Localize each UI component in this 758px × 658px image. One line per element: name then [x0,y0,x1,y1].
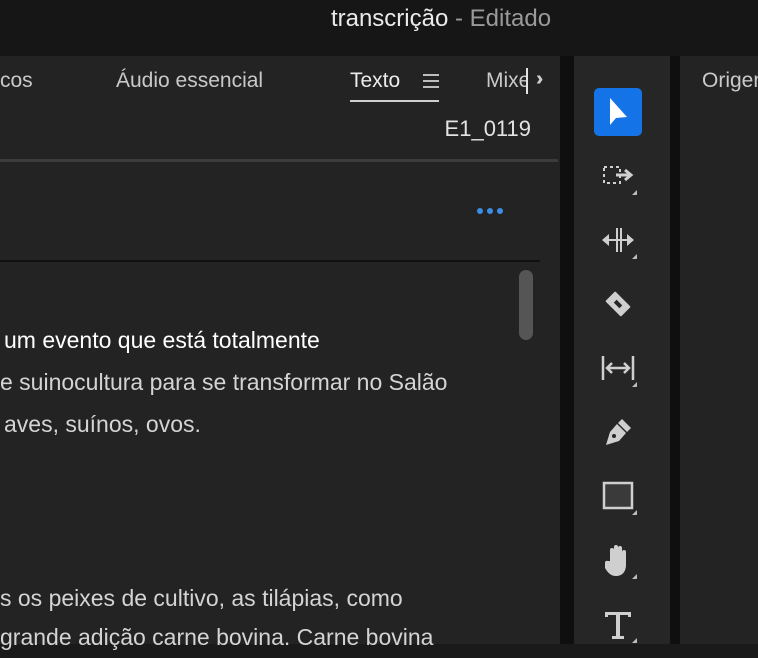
text-panel: cos Áudio essencial Texto Mixe ›› E1_011… [0,56,560,650]
tab-source[interactable]: Origem [702,68,758,94]
rectangle-icon [602,481,634,510]
tab-text[interactable]: Texto [350,68,400,94]
clip-name: E1_0119 [444,116,531,141]
transcript-line[interactable]: grande adição carne bovina. Carne bovina [0,616,433,658]
selection-tool[interactable] [594,88,642,136]
title-bar: transcrição - Editado [0,0,758,56]
chevron-double-right-icon[interactable]: ›› [536,68,545,91]
source-monitor-panel: Origem [680,56,758,644]
slip-tool[interactable] [594,344,642,392]
divider [0,260,540,262]
more-options-icon[interactable] [477,208,503,214]
panel-gutter[interactable] [670,56,680,644]
type-tool[interactable] [594,600,642,648]
tools-panel [574,56,670,644]
panel-gutter[interactable] [560,56,574,644]
tab-essential-sound[interactable]: Áudio essencial [116,68,263,94]
pen-tool[interactable] [594,408,642,456]
tab-audio-mixer[interactable]: Mixe [486,68,528,96]
slip-icon [601,356,635,380]
transcript-line[interactable]: um evento que está totalmente [4,319,320,361]
divider [0,159,558,162]
transcript-line[interactable]: s os peixes de cultivo, as tilápias, com… [0,577,403,619]
hand-icon [604,545,626,576]
window-title: transcrição - Editado [0,5,758,33]
transcript-scrollbar[interactable] [519,270,533,340]
tab-audio-mixer-label: Mixe [486,69,528,92]
panel-menu-icon[interactable] [423,74,439,88]
pen-icon [606,419,631,445]
transcript-line[interactable]: aves, suínos, ovos. [4,403,201,445]
project-name: transcrição [330,5,449,32]
razor-icon [605,291,631,317]
rectangle-tool[interactable] [594,472,642,520]
track-select-forward-tool[interactable] [594,152,642,200]
razor-tool[interactable] [594,280,642,328]
active-tab-indicator [350,100,439,102]
tab-partial-left[interactable]: cos [0,68,33,94]
arrow-pointer-icon [610,98,627,125]
tab-divider [526,68,528,94]
panel-tab-bar: cos Áudio essencial Texto Mixe ›› [0,56,560,108]
transcript-line[interactable]: e suinocultura para se transformar no Sa… [0,361,447,403]
ripple-edit-tool[interactable] [594,216,642,264]
project-status: - Editado [454,5,552,32]
ripple-edit-icon [602,228,634,252]
type-icon [605,612,631,639]
track-select-icon [603,166,634,184]
hand-tool[interactable] [594,536,642,584]
